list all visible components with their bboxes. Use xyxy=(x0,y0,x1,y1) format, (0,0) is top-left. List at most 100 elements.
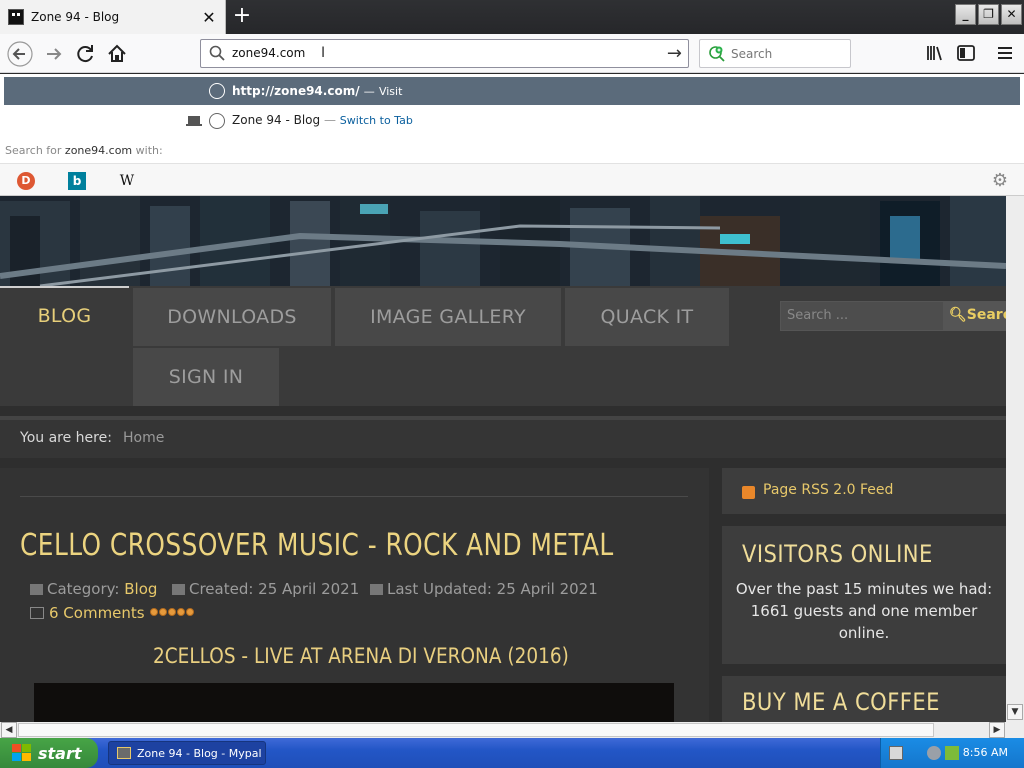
windows-logo-icon xyxy=(12,744,32,762)
article-subtitle: 2CELLOS - LIVE AT ARENA DI VERONA (2016) xyxy=(153,644,569,668)
header-banner-image xyxy=(0,196,1006,286)
url-suggestion-dropdown: http://zone94.com/ — Visit Zone 94 - Blo… xyxy=(0,74,1024,196)
rating-star-icon[interactable] xyxy=(177,608,185,616)
browser-app-icon xyxy=(117,747,131,759)
divider xyxy=(20,496,688,497)
web-page: BLOG DOWNLOADS IMAGE GALLERY QUACK IT SI… xyxy=(0,196,1006,722)
gear-icon[interactable]: ⚙ xyxy=(992,170,1008,191)
window-controls: _ ❐ ✕ xyxy=(955,4,1024,25)
reload-icon[interactable] xyxy=(72,40,100,68)
search-icon xyxy=(209,45,225,61)
site-favicon-icon xyxy=(8,9,24,25)
breadcrumb: You are here: Home xyxy=(0,416,1006,458)
suggestion-tab-title: Zone 94 - Blog — Switch to Tab xyxy=(232,113,413,127)
scroll-down-icon[interactable]: ▼ xyxy=(1007,704,1023,720)
search-icon: 🔍︎ xyxy=(949,307,967,323)
folder-icon xyxy=(30,584,43,595)
site-search-input[interactable]: Search ... xyxy=(780,301,944,331)
suggestion-visit-row[interactable]: http://zone94.com/ — Visit xyxy=(4,77,1020,105)
tab-title: Zone 94 - Blog xyxy=(31,10,120,24)
comments-link[interactable]: 6 Comments xyxy=(30,604,145,622)
bing-icon[interactable]: b xyxy=(68,172,86,190)
horizontal-scroll-thumb[interactable] xyxy=(18,723,934,737)
search-placeholder: Search xyxy=(731,47,773,61)
visitors-online-title: VISITORS ONLINE xyxy=(742,540,933,568)
system-tray: 8:56 AM xyxy=(880,738,1024,768)
back-arrow-icon[interactable] xyxy=(6,40,34,68)
forward-arrow-icon[interactable] xyxy=(40,40,68,68)
search-engine-icon[interactable] xyxy=(708,45,726,63)
network-icon[interactable] xyxy=(945,746,959,760)
visitors-online-text: Over the past 15 minutes we had: 1661 gu… xyxy=(735,580,993,642)
keyboard-icon[interactable] xyxy=(889,746,903,760)
windows-taskbar: start Zone 94 - Blog - Mypal 8:56 AM xyxy=(0,738,1024,768)
title-bar: Zone 94 - Blog ✕ + _ ❐ ✕ xyxy=(0,0,1024,34)
article: CELLO CROSSOVER MUSIC - ROCK AND METAL C… xyxy=(0,468,709,722)
duckduckgo-icon[interactable]: D xyxy=(17,172,35,190)
start-button[interactable]: start xyxy=(0,738,98,768)
site-search-button[interactable]: 🔍︎Search xyxy=(943,301,1006,331)
site-main-menu: BLOG DOWNLOADS IMAGE GALLERY QUACK IT SI… xyxy=(0,286,1006,406)
home-icon[interactable] xyxy=(103,40,131,68)
scrollbar-corner xyxy=(1006,722,1024,738)
calendar-icon xyxy=(370,584,383,595)
menu-image-gallery[interactable]: IMAGE GALLERY xyxy=(335,288,561,346)
wikipedia-icon[interactable]: W xyxy=(118,172,136,190)
tab-close-icon[interactable]: ✕ xyxy=(199,8,219,27)
text-cursor-icon: I xyxy=(321,45,326,61)
visitors-online-box: VISITORS ONLINE Over the past 15 minutes… xyxy=(722,526,1006,664)
buy-me-a-coffee-box: BUY ME A COFFEE xyxy=(722,676,1006,722)
menu-blog[interactable]: BLOG xyxy=(0,286,129,344)
navigation-toolbar: zone94.com I → Search xyxy=(0,34,1024,73)
rss-feed-link[interactable]: Page RSS 2.0 Feed xyxy=(763,482,893,498)
hamburger-menu-icon[interactable] xyxy=(994,42,1016,64)
buy-me-a-coffee-title: BUY ME A COFFEE xyxy=(742,688,940,716)
tab-indicator-icon xyxy=(186,116,202,126)
vertical-scrollbar[interactable]: ▼ xyxy=(1006,196,1024,722)
comment-icon xyxy=(30,607,44,619)
category-link[interactable]: Blog xyxy=(124,580,157,598)
menu-sign-in[interactable]: SIGN IN xyxy=(133,348,279,406)
close-window-button[interactable]: ✕ xyxy=(1001,4,1022,25)
scroll-right-icon[interactable]: ▶ xyxy=(989,722,1005,738)
search-bar[interactable]: Search xyxy=(699,39,851,68)
article-created: Created: 25 April 2021 xyxy=(172,580,359,598)
scroll-left-icon[interactable]: ◀ xyxy=(1,722,17,738)
rating-star-icon[interactable] xyxy=(159,608,167,616)
article-category: Category: Blog xyxy=(30,580,157,598)
address-input-value[interactable]: zone94.com xyxy=(232,46,305,60)
breadcrumb-home-link[interactable]: Home xyxy=(123,430,164,446)
rss-feed-box: Page RSS 2.0 Feed xyxy=(722,468,1006,514)
restore-button[interactable]: ❐ xyxy=(978,4,999,25)
article-title[interactable]: CELLO CROSSOVER MUSIC - ROCK AND METAL xyxy=(20,528,614,563)
article-updated: Last Updated: 25 April 2021 xyxy=(370,580,598,598)
start-label: start xyxy=(38,743,82,763)
go-arrow-icon[interactable]: → xyxy=(667,43,682,64)
globe-icon xyxy=(209,83,225,99)
new-tab-button[interactable]: + xyxy=(229,4,255,30)
horizontal-scrollbar[interactable]: ◀ ▶ xyxy=(0,722,1006,738)
menu-downloads[interactable]: DOWNLOADS xyxy=(133,288,331,346)
video-embed[interactable] xyxy=(34,683,674,722)
sidebar: Page RSS 2.0 Feed VISITORS ONLINE Over t… xyxy=(720,468,1006,722)
taskbar-window-button[interactable]: Zone 94 - Blog - Mypal xyxy=(108,741,266,765)
sidebar-toggle-icon[interactable] xyxy=(955,42,977,64)
rating-star-icon[interactable] xyxy=(168,608,176,616)
rating-star-icon[interactable] xyxy=(186,608,194,616)
clock: 8:56 AM xyxy=(962,746,1008,759)
library-icon[interactable] xyxy=(924,42,946,64)
one-click-search-engines: D b W ⚙ xyxy=(0,163,1024,196)
breadcrumb-label: You are here: xyxy=(20,430,112,446)
rss-icon xyxy=(742,486,755,499)
screen: Zone 94 - Blog ✕ + _ ❐ ✕ zone94.com I → xyxy=(0,0,1024,768)
browser-tab[interactable]: Zone 94 - Blog ✕ xyxy=(0,0,226,34)
menu-quack-it[interactable]: QUACK IT xyxy=(565,288,729,346)
suggestion-url: http://zone94.com/ — Visit xyxy=(232,84,403,98)
rating-stars[interactable] xyxy=(150,608,194,616)
rating-star-icon[interactable] xyxy=(150,608,158,616)
address-bar[interactable]: zone94.com I → xyxy=(200,39,689,68)
speaker-icon[interactable] xyxy=(927,746,941,760)
suggestion-switch-tab-row[interactable]: Zone 94 - Blog — Switch to Tab xyxy=(0,108,1024,134)
taskbar-window-title: Zone 94 - Blog - Mypal xyxy=(137,746,262,760)
minimize-button[interactable]: _ xyxy=(955,4,976,25)
